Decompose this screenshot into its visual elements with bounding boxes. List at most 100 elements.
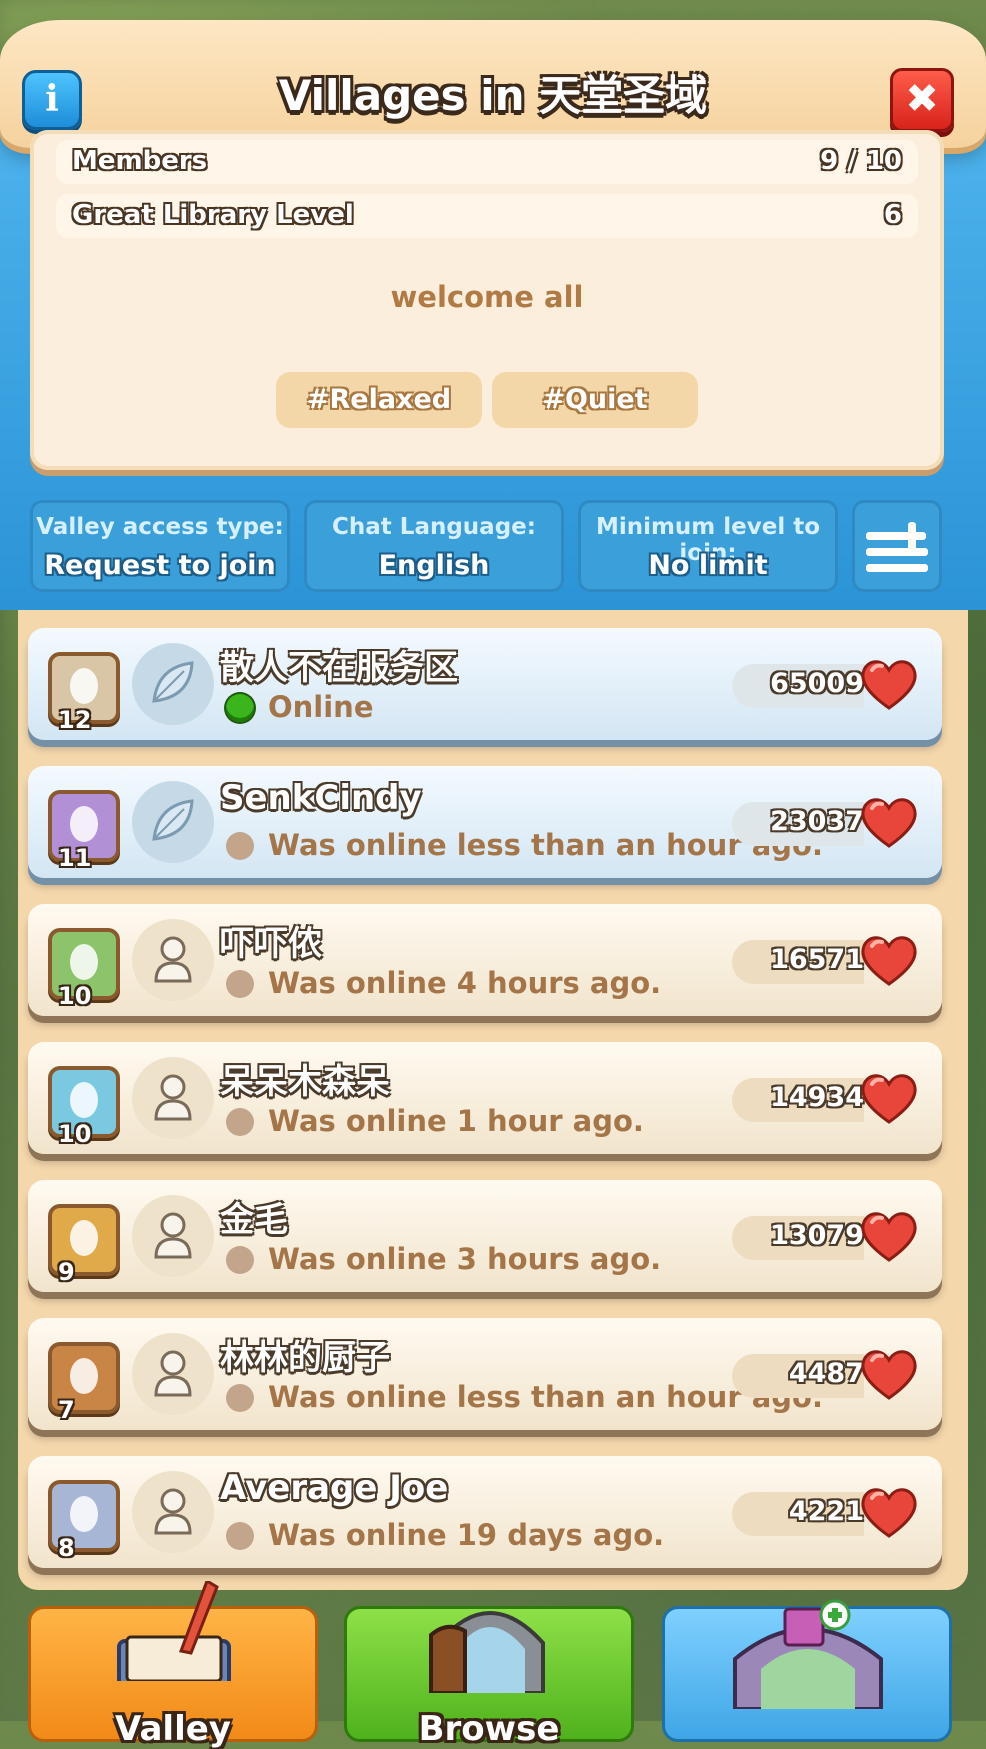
person-icon (154, 1212, 192, 1259)
member-name: 呆呆木森呆 (220, 1062, 390, 1102)
member-row[interactable]: 8 Average Joe Was online 19 days ago. 4221 (28, 1456, 942, 1568)
leaf-icon (152, 661, 194, 703)
member-status: Was online 3 hours ago. (268, 1242, 662, 1276)
member-score: 14934 (770, 1082, 864, 1113)
member-row[interactable]: 9 金毛 Was online 3 hours ago. 13079 (28, 1180, 942, 1292)
library-value: 6 (883, 200, 902, 230)
chat-language-setting: Chat Language: English (304, 500, 564, 592)
level-badge: 8 (48, 1480, 120, 1562)
valley-label: Valley (115, 1709, 231, 1749)
member-row[interactable]: 10 呆呆木森呆 Was online 1 hour ago. 14934 (28, 1042, 942, 1154)
offline-indicator (226, 1246, 254, 1274)
chat-language-value: English (378, 550, 490, 581)
person-icon (154, 936, 192, 983)
tag-quiet: #Quiet (492, 372, 698, 428)
access-type-label: Valley access type: (36, 514, 284, 540)
member-name: SenkCindy (220, 778, 422, 818)
member-score: 23037 (770, 806, 864, 837)
level-number: 12 (58, 706, 92, 734)
offline-indicator (226, 1384, 254, 1412)
portal-door-icon (429, 1611, 545, 1693)
level-number: 10 (58, 982, 92, 1010)
level-number: 10 (58, 1120, 92, 1148)
member-row[interactable]: 12 散人不在服务区 Online 65009 (28, 628, 942, 740)
level-badge: 7 (48, 1342, 120, 1424)
heart-icon (861, 660, 917, 710)
leaf-icon (152, 799, 194, 841)
page-title: Villages in 天堂圣域 (278, 71, 708, 120)
person-icon (154, 1350, 192, 1397)
members-row: Members 9 / 10 (56, 140, 918, 184)
avatar (132, 781, 214, 863)
level-badge: 10 (48, 928, 120, 1010)
village-description: welcome all (390, 280, 584, 314)
level-badge: 11 (48, 790, 120, 872)
min-level-value: No limit (648, 550, 768, 581)
min-level-setting: Minimum level to join: No limit (578, 500, 838, 592)
member-row[interactable]: 10 吓吓侬 Was online 4 hours ago. 16571 (28, 904, 942, 1016)
member-name: 林林的厨子 (220, 1338, 390, 1378)
member-name: 散人不在服务区 (220, 648, 458, 688)
member-score: 16571 (770, 944, 864, 975)
level-number: 7 (58, 1396, 75, 1424)
heart-icon (861, 1488, 917, 1538)
avatar (132, 643, 214, 725)
heart-icon (861, 1074, 917, 1124)
level-number: 11 (58, 844, 92, 872)
member-row[interactable]: 7 林林的厨子 Was online less than an hour ago. 4… (28, 1318, 942, 1430)
offline-indicator (226, 970, 254, 998)
member-score: 4487 (788, 1358, 864, 1389)
tag-relaxed: #Relaxed (276, 372, 482, 428)
person-icon (154, 1074, 192, 1121)
create-village-button[interactable] (662, 1599, 952, 1742)
list-add-icon (866, 522, 928, 572)
member-name: 吓吓侬 (220, 924, 322, 964)
members-label: Members (72, 146, 208, 176)
close-button[interactable]: ✖ (890, 68, 954, 132)
access-type-setting: Valley access type: Request to join (30, 500, 290, 592)
heart-icon (861, 1350, 917, 1400)
settings-bar: Valley access type: Request to join Chat… (0, 490, 986, 610)
member-score: 4221 (788, 1496, 864, 1527)
avatar (132, 1057, 214, 1139)
heart-icon (861, 936, 917, 986)
access-type-value: Request to join (44, 550, 276, 581)
member-score: 65009 (770, 668, 864, 699)
online-indicator (226, 694, 254, 722)
heart-icon (861, 798, 917, 848)
offline-indicator (226, 832, 254, 860)
bottom-navigation: Valley Browse (0, 1581, 986, 1749)
village-info-panel: Members 9 / 10 Great Library Level 6 wel… (30, 130, 944, 470)
avatar (132, 1195, 214, 1277)
member-status: Was online 19 days ago. (268, 1518, 665, 1552)
level-badge: 12 (48, 652, 120, 734)
avatar (132, 919, 214, 1001)
book-quill-icon (117, 1581, 231, 1681)
browse-label: Browse (418, 1709, 560, 1749)
heart-icon (861, 1212, 917, 1262)
create-portal-icon (733, 1599, 883, 1709)
level-badge: 10 (48, 1066, 120, 1148)
avatar (132, 1333, 214, 1415)
library-label: Great Library Level (72, 200, 354, 230)
member-score: 13079 (770, 1220, 864, 1251)
member-status: Was online 1 hour ago. (268, 1104, 644, 1138)
close-icon: ✖ (905, 76, 939, 122)
title-banner: i Villages in 天堂圣域 ✖ (0, 20, 986, 148)
level-number: 9 (58, 1258, 75, 1286)
level-number: 8 (58, 1534, 75, 1562)
member-name: Average Joe (220, 1468, 449, 1508)
avatar (132, 1471, 214, 1553)
library-row: Great Library Level 6 (56, 194, 918, 238)
person-icon (154, 1488, 192, 1535)
member-name: 金毛 (220, 1200, 288, 1240)
edit-settings-button[interactable] (852, 500, 942, 592)
members-value: 9 / 10 (820, 146, 902, 176)
offline-indicator (226, 1522, 254, 1550)
browse-button[interactable]: Browse (344, 1606, 634, 1749)
level-badge: 9 (48, 1204, 120, 1286)
offline-indicator (226, 1108, 254, 1136)
member-status: Online (268, 690, 374, 724)
valley-button[interactable]: Valley (28, 1581, 318, 1749)
member-row[interactable]: 11 SenkCindy Was online less than an hour … (28, 766, 942, 878)
